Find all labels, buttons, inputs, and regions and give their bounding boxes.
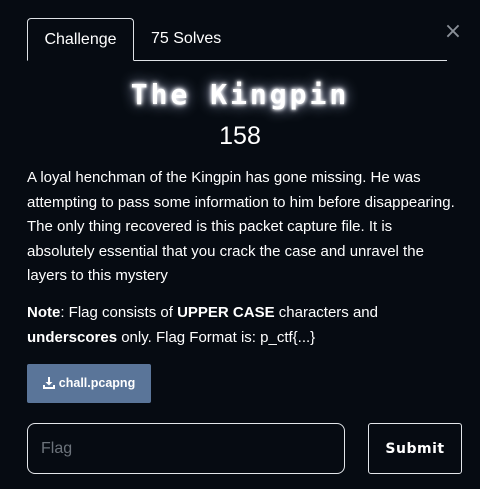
flag-input[interactable] (27, 423, 345, 474)
challenge-modal: × Challenge 75 Solves The Kingpin 158 A … (0, 0, 480, 489)
challenge-points: 158 (219, 122, 261, 150)
submit-button[interactable]: Submit (368, 423, 462, 474)
file-name: chall.pcapng (58, 376, 136, 390)
tab-bar: Challenge 75 Solves (27, 18, 447, 61)
challenge-title: The Kingpin (130, 78, 350, 111)
challenge-note: Note: Flag consists of UPPER CASE charac… (27, 300, 459, 350)
note-underscores: underscores (27, 329, 118, 346)
note-label: Note (27, 304, 61, 321)
challenge-description: A loyal henchman of the Kingpin has gone… (27, 169, 455, 284)
note-text-2: characters and (274, 304, 378, 321)
note-text-1: : Flag consists of (60, 304, 178, 321)
tab-solves[interactable]: 75 Solves (151, 18, 221, 60)
tab-challenge[interactable]: Challenge (27, 18, 134, 61)
download-icon (42, 377, 55, 389)
download-file-button[interactable]: chall.pcapng (27, 364, 151, 403)
note-text-3: only. Flag Format is: p_ctf{...} (117, 329, 316, 346)
note-upper-case: UPPER CASE (177, 304, 275, 321)
